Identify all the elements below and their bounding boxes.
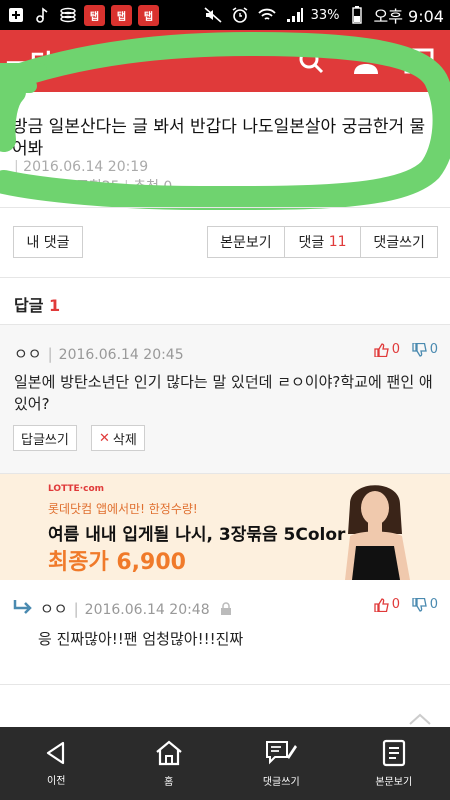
downvote-button[interactable]: 0 xyxy=(412,597,438,612)
ad-price: 최종가 6,900 xyxy=(48,550,186,575)
post-date-text: 2016.06.14 20:19 xyxy=(23,159,149,175)
coins-icon xyxy=(58,5,78,25)
nav-back-label: 이전 xyxy=(47,776,66,787)
my-comments-button[interactable]: 내 댓글 xyxy=(13,226,83,258)
post-date: | 2016.06.14 20:19 xyxy=(14,159,149,175)
app-header: ㅡ단 xyxy=(0,30,450,92)
post-recommend: 추천 0 xyxy=(133,179,173,195)
downvote-count: 0 xyxy=(429,342,438,357)
ad-brand-logo: LOTTE·com xyxy=(48,484,105,494)
battery-percent: 33% xyxy=(310,7,340,23)
reply-button[interactable]: 답글쓰기 xyxy=(13,425,77,451)
comment: ㅇㅇ | 2016.06.14 20:45 0 0 일본에 방탄소년단 인기 많다는… xyxy=(0,324,450,474)
app-badge: 탭 xyxy=(111,4,132,26)
nav-write-comment-label: 댓글쓰기 xyxy=(262,777,300,788)
post-actions: 본문보기 댓글 11 댓글쓰기 xyxy=(207,226,438,258)
menu-icon[interactable] xyxy=(404,48,434,78)
nav-home[interactable]: 홈 xyxy=(113,727,226,800)
lock-icon xyxy=(221,602,232,615)
status-bar: 탭 탭 탭 33% 오후 9:04 xyxy=(0,0,450,30)
replies-header: 답글 1 xyxy=(14,292,60,316)
reply-meta: ㅇㅇ | 2016.06.14 20:48 xyxy=(40,598,232,619)
comments-label: 댓글 xyxy=(298,235,325,251)
downvote-count: 0 xyxy=(429,597,438,612)
delete-button[interactable]: ✕ 삭제 xyxy=(91,425,145,451)
home-icon xyxy=(156,740,182,766)
nav-write-comment[interactable]: 댓글쓰기 xyxy=(225,727,338,800)
thumbs-down-icon xyxy=(412,597,427,612)
replies-count: 1 xyxy=(49,296,61,315)
user-icon[interactable] xyxy=(352,48,380,78)
post-stats: 조회25 | 추천 0 xyxy=(76,179,173,195)
bottom-nav: 이전 홈 댓글쓰기 본문보기 xyxy=(0,727,450,800)
upvote-count: 0 xyxy=(391,597,400,612)
scroll-top-icon[interactable] xyxy=(408,712,432,726)
app-badge: 탭 xyxy=(84,4,105,26)
back-icon xyxy=(47,741,65,765)
search-icon[interactable] xyxy=(298,48,324,78)
ad-subtitle: 롯데닷컴 앱에서만! 한정수량! xyxy=(48,502,198,516)
ad-banner[interactable]: LOTTE·com 롯데닷컴 앱에서만! 한정수량! 여름 내내 입게될 나시,… xyxy=(0,474,450,580)
reply-arrow-icon xyxy=(13,600,32,614)
clock: 오후 9:04 xyxy=(373,7,444,26)
comment-text: 일본에 방탄소년단 인기 많다는 말 있던데 ㄹㅇ이야?학교에 팬인 애 있어? xyxy=(14,373,433,413)
write-comment-button[interactable]: 댓글쓰기 xyxy=(361,227,437,257)
signal-icon xyxy=(284,5,304,25)
site-logo[interactable]: ㅡ단 xyxy=(6,44,54,81)
ad-headline: 여름 내내 입게될 나시, 3장묶음 5Color xyxy=(48,525,346,545)
post-title: 방금 일본산다는 글 봐서 반갑다 나도일본살아 궁금한거 물어봐 xyxy=(12,117,426,159)
close-icon: ✕ xyxy=(99,430,110,446)
upvote-count: 0 xyxy=(391,342,400,357)
music-note-icon xyxy=(32,5,52,25)
comment-date: 2016.06.14 20:45 xyxy=(58,347,184,363)
app-badge: 탭 xyxy=(138,4,159,26)
reply-date: 2016.06.14 20:48 xyxy=(84,602,210,618)
comments-button[interactable]: 댓글 11 xyxy=(285,227,362,257)
nav-view-post-label: 본문보기 xyxy=(375,777,413,788)
comments-count: 11 xyxy=(328,234,347,250)
upvote-button[interactable]: 0 xyxy=(374,597,400,612)
delete-label: 삭제 xyxy=(112,432,137,448)
write-comment-icon xyxy=(266,741,298,765)
post-views: 조회25 xyxy=(76,179,120,195)
view-post-button[interactable]: 본문보기 xyxy=(208,227,285,257)
mute-icon xyxy=(203,5,223,25)
battery-icon xyxy=(347,5,367,25)
alarm-icon xyxy=(230,5,250,25)
document-icon xyxy=(382,739,405,767)
downvote-button[interactable]: 0 xyxy=(412,342,438,357)
divider xyxy=(0,207,450,208)
comment-meta: ㅇㅇ | 2016.06.14 20:45 xyxy=(14,345,184,363)
reply-author[interactable]: ㅇㅇ xyxy=(40,600,68,618)
nav-home-label: 홈 xyxy=(164,777,174,788)
reply-text: 응 진짜많아!!팬 엄청많아!!!진짜 xyxy=(38,630,244,648)
replies-label: 답글 xyxy=(14,296,44,315)
thumbs-up-icon xyxy=(374,597,389,612)
wifi-icon xyxy=(257,5,277,25)
comment-author[interactable]: ㅇㅇ xyxy=(14,345,42,363)
nav-back[interactable]: 이전 xyxy=(0,727,113,800)
plus-box-icon xyxy=(6,5,26,25)
upvote-button[interactable]: 0 xyxy=(374,342,400,357)
thumbs-down-icon xyxy=(412,342,427,357)
thumbs-up-icon xyxy=(374,342,389,357)
nav-view-post[interactable]: 본문보기 xyxy=(338,727,450,800)
ad-model-image xyxy=(345,485,410,580)
page: 탭 탭 탭 33% 오후 9:04 ㅡ단 방금 일본산다는 글 봐서 반갑다 나… xyxy=(0,0,450,800)
divider xyxy=(0,277,450,278)
reply: ㅇㅇ | 2016.06.14 20:48 0 0 응 진짜많아!!팬 엄청많아!!… xyxy=(0,580,450,685)
